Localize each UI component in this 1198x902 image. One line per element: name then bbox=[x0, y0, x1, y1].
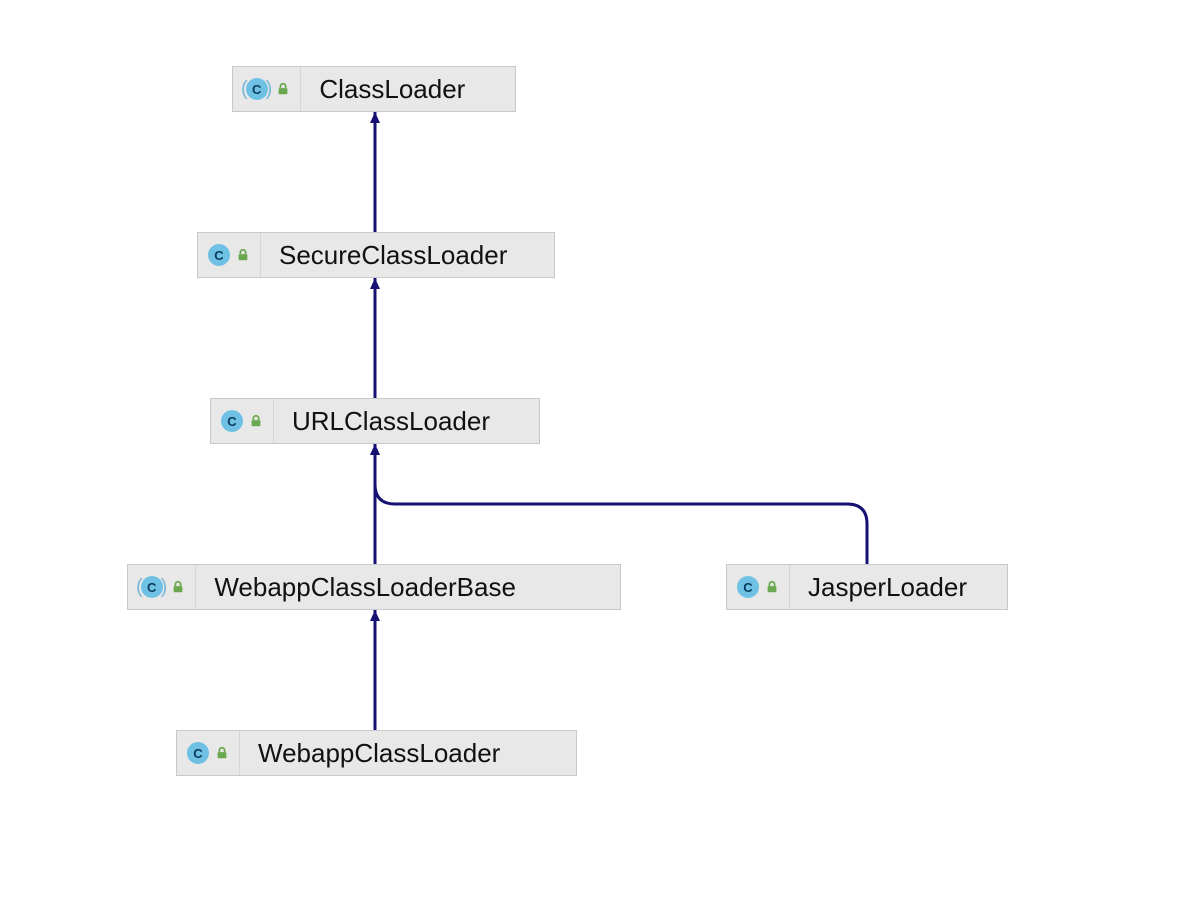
class-node-ClassLoader[interactable]: () ClassLoader bbox=[232, 66, 516, 112]
node-icon-cell: () bbox=[233, 67, 301, 111]
node-label: ClassLoader bbox=[301, 67, 483, 111]
lock-icon bbox=[171, 580, 185, 594]
class-node-JasperLoader[interactable]: JasperLoader bbox=[726, 564, 1008, 610]
lock-icon bbox=[236, 248, 250, 262]
class-node-WebappClassLoaderBase[interactable]: () WebappClassLoaderBase bbox=[127, 564, 621, 610]
node-icon-cell: () bbox=[128, 565, 196, 609]
node-icon-cell bbox=[198, 233, 261, 277]
class-icon bbox=[737, 576, 759, 598]
class-icon bbox=[187, 742, 209, 764]
node-icon-cell bbox=[211, 399, 274, 443]
inheritance-edge bbox=[375, 444, 867, 564]
lock-icon bbox=[276, 82, 290, 96]
class-node-URLClassLoader[interactable]: URLClassLoader bbox=[210, 398, 540, 444]
node-label: WebappClassLoader bbox=[240, 731, 518, 775]
node-icon-cell bbox=[177, 731, 240, 775]
node-label: URLClassLoader bbox=[274, 399, 508, 443]
node-label: SecureClassLoader bbox=[261, 233, 525, 277]
class-abstract-icon: () bbox=[138, 576, 165, 598]
lock-icon bbox=[215, 746, 229, 760]
lock-icon bbox=[765, 580, 779, 594]
class-icon bbox=[208, 244, 230, 266]
class-node-WebappClassLoader[interactable]: WebappClassLoader bbox=[176, 730, 577, 776]
class-abstract-icon: () bbox=[243, 78, 270, 100]
class-node-SecureClassLoader[interactable]: SecureClassLoader bbox=[197, 232, 555, 278]
class-icon bbox=[221, 410, 243, 432]
node-label: JasperLoader bbox=[790, 565, 985, 609]
lock-icon bbox=[249, 414, 263, 428]
node-label: WebappClassLoaderBase bbox=[196, 565, 534, 609]
node-icon-cell bbox=[727, 565, 790, 609]
